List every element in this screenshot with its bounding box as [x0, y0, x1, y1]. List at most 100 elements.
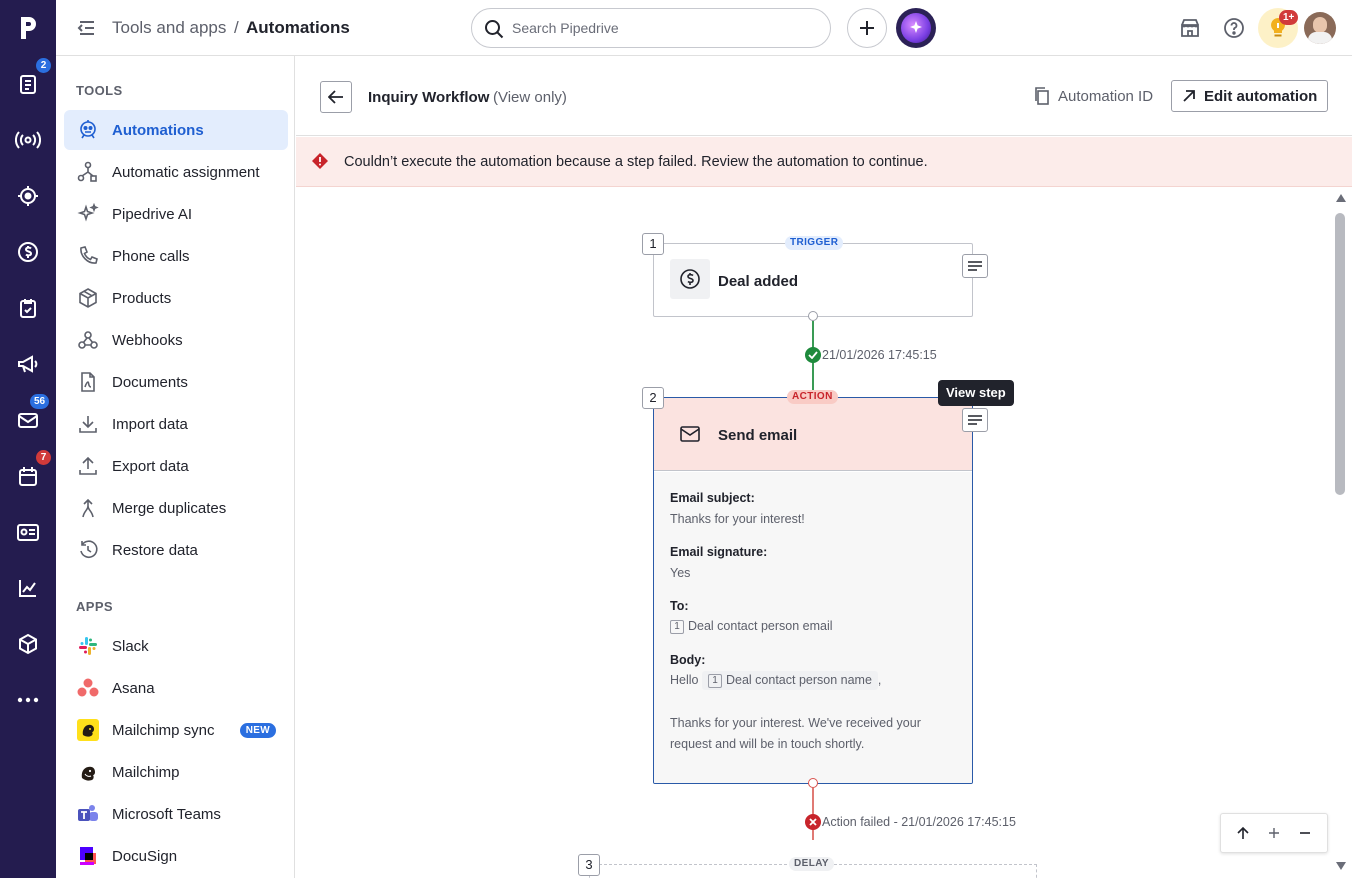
sidebar-item-label: Products — [112, 289, 172, 307]
more-nav-icon[interactable] — [0, 678, 56, 722]
scroll-down-icon[interactable] — [1335, 861, 1347, 871]
mailchimp-icon — [64, 719, 112, 741]
email-subject-label: Email subject: — [670, 491, 755, 505]
webhook-icon — [64, 329, 112, 351]
top-bar: Tools and apps / Automations 1+ — [56, 0, 1352, 56]
search-icon — [484, 19, 504, 39]
sidebar-item-import-data[interactable]: Import data — [64, 404, 288, 444]
calendar-badge: 7 — [36, 450, 51, 465]
body-comma: , — [877, 673, 882, 687]
back-button[interactable] — [320, 81, 352, 113]
restore-icon — [64, 539, 112, 561]
search-input[interactable] — [512, 9, 812, 47]
sidebar-item-restore-data[interactable]: Restore data — [64, 530, 288, 570]
step-number: 2 — [642, 387, 664, 409]
breadcrumb-separator: / — [234, 18, 239, 37]
sidebar-item-export-data[interactable]: Export data — [64, 446, 288, 486]
workflow-canvas[interactable]: Deal added 1 TRIGGER 21/01/2026 17:45:15… — [296, 187, 1352, 878]
sidebar-item-microsoft-teams[interactable]: Microsoft Teams — [64, 794, 288, 834]
contacts-nav-icon[interactable] — [0, 510, 56, 554]
mailchimp-icon — [64, 761, 112, 783]
step-ref-chip: 1 — [707, 674, 722, 688]
zoom-controls — [1220, 813, 1328, 853]
trigger-step-menu-button[interactable] — [962, 254, 988, 278]
contact-name-token: 1 Deal contact person name — [701, 671, 878, 690]
automation-id-button[interactable]: Automation ID — [1034, 87, 1153, 105]
fit-to-top-icon[interactable] — [1236, 826, 1250, 840]
connector-node — [808, 311, 818, 321]
trigger-timestamp: 21/01/2026 17:45:15 — [822, 348, 937, 362]
tools-sidebar: TOOLS Automations Automatic assignment P… — [56, 56, 295, 878]
notification-badge: 1+ — [1279, 10, 1299, 25]
sidebar-item-mailchimp[interactable]: Mailchimp — [64, 752, 288, 792]
step-number: 1 — [642, 233, 664, 255]
sidebar-item-documents[interactable]: Documents — [64, 362, 288, 402]
sidebar-item-slack[interactable]: Slack — [64, 626, 288, 666]
vertical-scrollbar[interactable] — [1333, 193, 1347, 877]
leads-nav-icon[interactable] — [0, 118, 56, 162]
sidebar-item-products[interactable]: Products — [64, 278, 288, 318]
dollar-nav-icon[interactable] — [0, 230, 56, 274]
lines-icon — [968, 261, 982, 271]
breadcrumb-parent[interactable]: Tools and apps — [112, 18, 226, 38]
sidebar-item-docusign[interactable]: DocuSign — [64, 836, 288, 876]
activities-nav-icon[interactable] — [0, 286, 56, 330]
to-value: 1 Deal contact person email — [670, 619, 833, 634]
workflow-title: Inquiry Workflow — [368, 89, 490, 106]
zoom-in-icon[interactable] — [1267, 826, 1281, 840]
sidebar-item-label: Import data — [112, 415, 188, 433]
ai-assistant-button[interactable] — [896, 8, 936, 48]
mail-badge: 56 — [30, 394, 50, 409]
arrow-up-right-icon — [1182, 89, 1196, 103]
arrow-left-icon — [328, 90, 344, 104]
quick-add-button[interactable] — [847, 8, 887, 48]
marketplace-icon[interactable] — [1176, 14, 1204, 42]
apps-heading: APPS — [76, 599, 114, 614]
products-nav-icon[interactable] — [0, 622, 56, 666]
edit-automation-button[interactable]: Edit automation — [1171, 80, 1328, 112]
sidebar-item-label: DocuSign — [112, 847, 178, 865]
sparkle-icon — [901, 13, 931, 43]
sidebar-item-label: Automations — [112, 121, 204, 139]
dollar-icon — [670, 259, 710, 299]
contact-name-token-text: Deal contact person name — [725, 673, 872, 687]
deals-nav-icon[interactable] — [0, 174, 56, 218]
breadcrumb-current: Automations — [246, 18, 350, 37]
campaigns-nav-icon[interactable] — [0, 342, 56, 386]
action-step-menu-button[interactable] — [962, 408, 988, 432]
scrollbar-thumb[interactable] — [1335, 213, 1345, 495]
teams-icon — [64, 803, 112, 825]
trigger-tag: TRIGGER — [785, 236, 844, 250]
sidebar-item-label: Export data — [112, 457, 189, 475]
error-diamond-icon — [312, 153, 328, 169]
trigger-card[interactable]: Deal added — [653, 243, 973, 317]
action-title: Send email — [718, 427, 798, 444]
error-banner: Couldn’t execute the automation because … — [296, 137, 1352, 187]
insights-nav-icon[interactable] — [0, 566, 56, 610]
download-icon — [64, 413, 112, 435]
sidebar-item-asana[interactable]: Asana — [64, 668, 288, 708]
sidebar-item-pipedrive-ai[interactable]: Pipedrive AI — [64, 194, 288, 234]
sidebar-item-merge-duplicates[interactable]: Merge duplicates — [64, 488, 288, 528]
action-card[interactable]: Send email Email subject: Thanks for you… — [653, 397, 973, 784]
automation-id-label: Automation ID — [1058, 87, 1154, 105]
sidebar-item-automatic-assignment[interactable]: Automatic assignment — [64, 152, 288, 192]
sidebar-item-mailchimp-sync[interactable]: Mailchimp sync NEW — [64, 710, 288, 750]
sidebar-item-phone-calls[interactable]: Phone calls — [64, 236, 288, 276]
pipedrive-logo[interactable] — [0, 0, 56, 56]
search-box[interactable] — [471, 8, 831, 48]
sidebar-item-label: Automatic assignment — [112, 163, 260, 181]
action-card-header: Send email — [654, 398, 972, 471]
scroll-up-icon[interactable] — [1335, 193, 1347, 203]
assignment-icon — [64, 161, 112, 183]
docusign-icon — [64, 845, 112, 867]
sidebar-item-webhooks[interactable]: Webhooks — [64, 320, 288, 360]
help-icon[interactable] — [1220, 14, 1248, 42]
zoom-out-icon[interactable] — [1298, 826, 1312, 840]
document-icon — [64, 371, 112, 393]
edit-automation-label: Edit automation — [1204, 87, 1318, 105]
sidebar-item-label: Merge duplicates — [112, 499, 227, 517]
sidebar-item-automations[interactable]: Automations — [64, 110, 288, 150]
collapse-menu-icon[interactable] — [76, 18, 98, 38]
user-avatar[interactable] — [1304, 12, 1336, 44]
